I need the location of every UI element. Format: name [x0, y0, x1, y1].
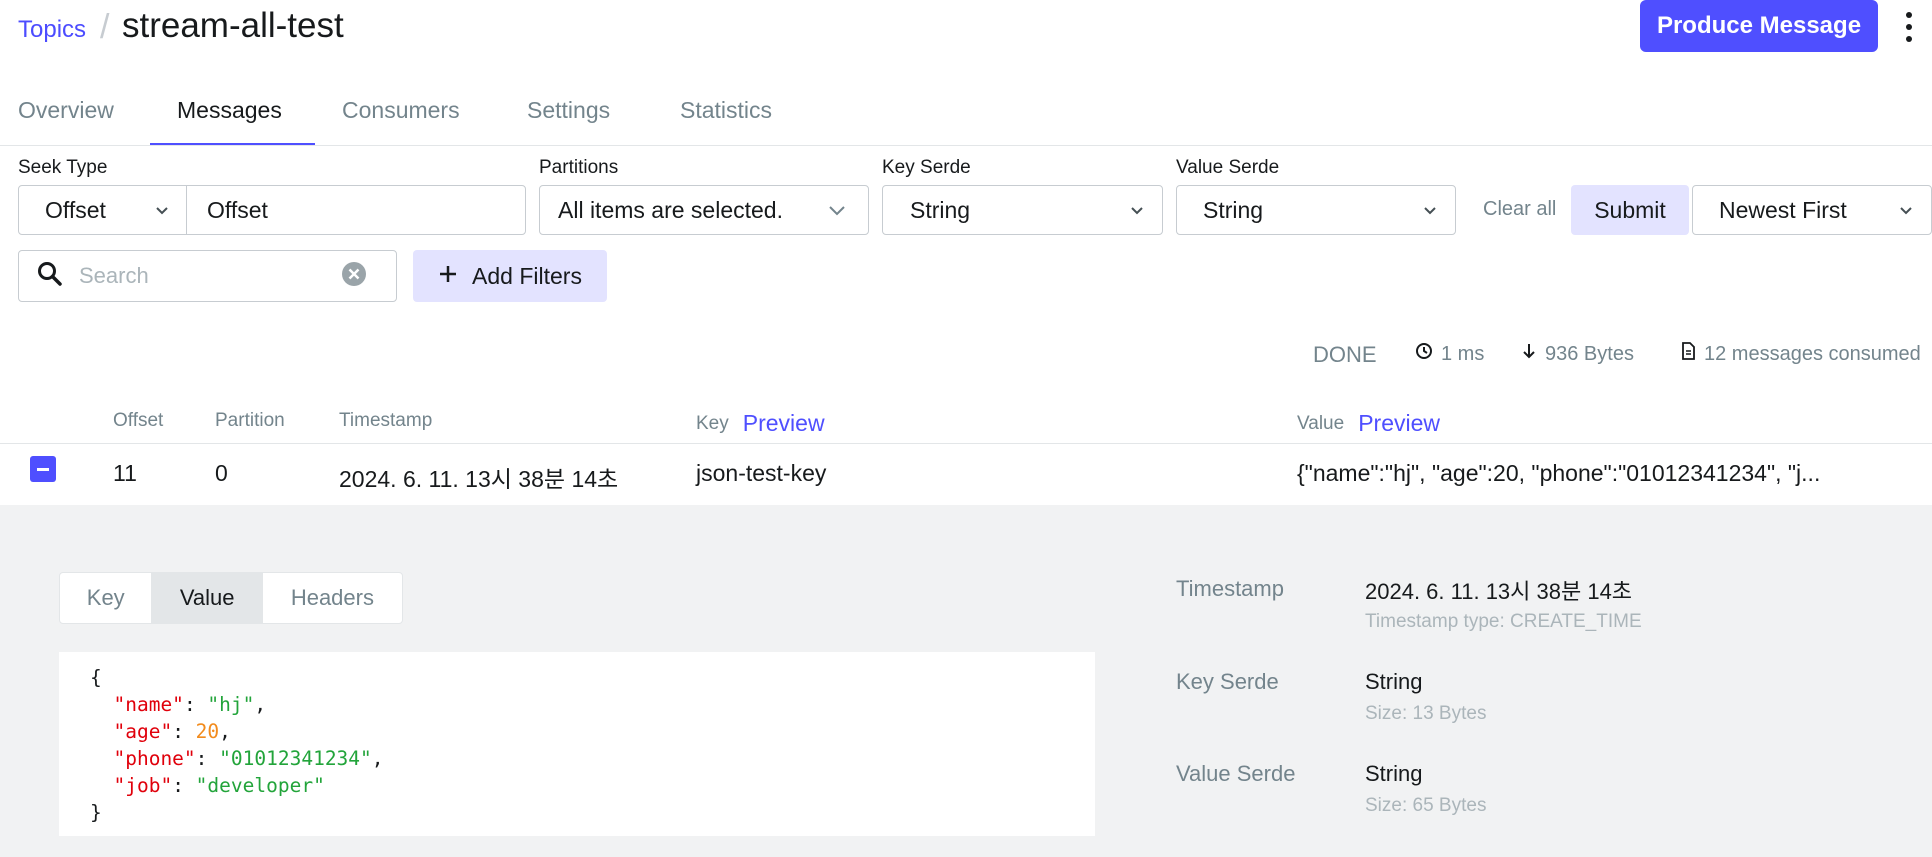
column-header-key-label: Key: [696, 412, 729, 434]
meta-key-serde-value: String: [1365, 669, 1423, 694]
table-header-divider: [0, 443, 1932, 444]
column-header-key: Key Preview: [696, 410, 825, 437]
tab-overview[interactable]: Overview: [18, 97, 114, 124]
column-header-value-label: Value: [1297, 412, 1345, 434]
submit-button[interactable]: Submit: [1571, 185, 1689, 235]
table-cell-partition: 0: [215, 460, 228, 486]
details-subtabs: Key Value Headers: [59, 572, 403, 624]
meta-value-serde-label: Value Serde: [1176, 761, 1296, 786]
key-preview-link[interactable]: Preview: [743, 410, 825, 437]
plus-icon: [438, 263, 458, 290]
sort-order-value: Newest First: [1719, 196, 1847, 223]
sort-order-select[interactable]: Newest First: [1692, 185, 1932, 235]
collapse-row-icon[interactable]: [30, 456, 56, 482]
json-value: "hj": [207, 693, 255, 716]
subtab-headers[interactable]: Headers: [263, 573, 402, 623]
value-serde-select[interactable]: String: [1176, 185, 1456, 235]
meta-value-size: Size: 65 Bytes: [1365, 795, 1487, 816]
seek-type-select[interactable]: Offset: [18, 185, 188, 235]
json-key: "job": [113, 774, 173, 797]
tab-settings[interactable]: Settings: [527, 97, 610, 124]
table-cell-key: json-test-key: [696, 460, 827, 486]
elapsed-time-value: 1 ms: [1441, 342, 1485, 365]
value-serde-value: String: [1203, 196, 1264, 223]
search-icon: [37, 261, 63, 292]
table-cell-offset: 11: [113, 460, 137, 486]
more-options-icon[interactable]: [1905, 12, 1913, 42]
column-header-timestamp: Timestamp: [339, 410, 433, 431]
json-value: 20: [195, 720, 220, 743]
key-serde-label: Key Serde: [882, 157, 971, 178]
tab-statistics[interactable]: Statistics: [680, 97, 772, 124]
subtab-key[interactable]: Key: [60, 573, 151, 623]
tab-messages[interactable]: Messages: [177, 97, 282, 124]
meta-value-serde-value: String: [1365, 761, 1423, 786]
arrow-down-icon: [1521, 342, 1537, 366]
meta-timestamp-type: Timestamp type: CREATE_TIME: [1365, 611, 1642, 632]
clear-all-button[interactable]: Clear all: [1483, 198, 1556, 221]
json-value: "developer": [195, 774, 325, 797]
search-box: [18, 250, 397, 302]
active-tab-indicator: [150, 143, 315, 145]
partitions-select[interactable]: All items are selected.: [539, 185, 869, 235]
table-cell-timestamp: 2024. 6. 11. 13시 38분 14초: [339, 466, 619, 492]
chevron-down-icon: [155, 203, 169, 217]
add-filters-label: Add Filters: [472, 262, 582, 289]
meta-key-size: Size: 13 Bytes: [1365, 703, 1487, 724]
partitions-label: Partitions: [539, 157, 619, 178]
subtab-value[interactable]: Value: [151, 573, 263, 623]
seek-type-value: Offset: [45, 196, 106, 223]
table-cell-value: {"name":"hj", "age":20, "phone":"0101234…: [1297, 460, 1821, 486]
tabs-divider: [0, 145, 1932, 146]
json-key: "phone": [113, 747, 196, 770]
consume-status: DONE: [1313, 342, 1377, 367]
seek-offset-value: Offset: [207, 196, 268, 223]
page-title: stream-all-test: [122, 6, 344, 45]
seek-type-label: Seek Type: [18, 157, 108, 178]
json-content: { "name": "hj", "age": 20, "phone": "010…: [90, 666, 384, 824]
messages-consumed-value: 12 messages consumed: [1704, 342, 1921, 365]
elapsed-time: 1 ms: [1415, 342, 1484, 366]
search-input[interactable]: [77, 262, 341, 290]
partitions-value: All items are selected.: [558, 196, 783, 223]
tab-consumers[interactable]: Consumers: [342, 97, 460, 124]
chevron-down-icon: [828, 203, 845, 217]
bytes-consumed: 936 Bytes: [1521, 342, 1634, 366]
bytes-consumed-value: 936 Bytes: [1545, 342, 1634, 365]
produce-message-button[interactable]: Produce Message: [1640, 0, 1878, 52]
document-icon: [1680, 342, 1696, 366]
meta-key-serde-label: Key Serde: [1176, 669, 1279, 694]
clear-search-icon[interactable]: [341, 261, 367, 292]
breadcrumb-separator: /: [100, 8, 110, 46]
chevron-down-icon: [1130, 203, 1144, 217]
key-serde-select[interactable]: String: [882, 185, 1163, 235]
json-close-brace: }: [90, 801, 102, 824]
value-serde-label: Value Serde: [1176, 157, 1280, 178]
clock-icon: [1415, 342, 1433, 366]
column-header-offset: Offset: [113, 410, 164, 431]
chevron-down-icon: [1423, 203, 1437, 217]
chevron-down-icon: [1899, 203, 1913, 217]
column-header-partition: Partition: [215, 410, 285, 431]
json-value: "01012341234": [219, 747, 372, 770]
column-header-value: Value Preview: [1297, 410, 1440, 437]
add-filters-button[interactable]: Add Filters: [413, 250, 607, 302]
meta-timestamp-label: Timestamp: [1176, 576, 1284, 601]
meta-timestamp-value: 2024. 6. 11. 13시 38분 14초: [1365, 579, 1633, 604]
json-key: "name": [113, 693, 184, 716]
value-preview-link[interactable]: Preview: [1358, 410, 1440, 437]
json-key: "age": [113, 720, 173, 743]
seek-offset-input[interactable]: Offset: [186, 185, 526, 235]
messages-consumed: 12 messages consumed: [1680, 342, 1921, 366]
json-open-brace: {: [90, 666, 102, 689]
key-serde-value: String: [910, 196, 971, 223]
breadcrumb-topics-link[interactable]: Topics: [18, 16, 86, 44]
